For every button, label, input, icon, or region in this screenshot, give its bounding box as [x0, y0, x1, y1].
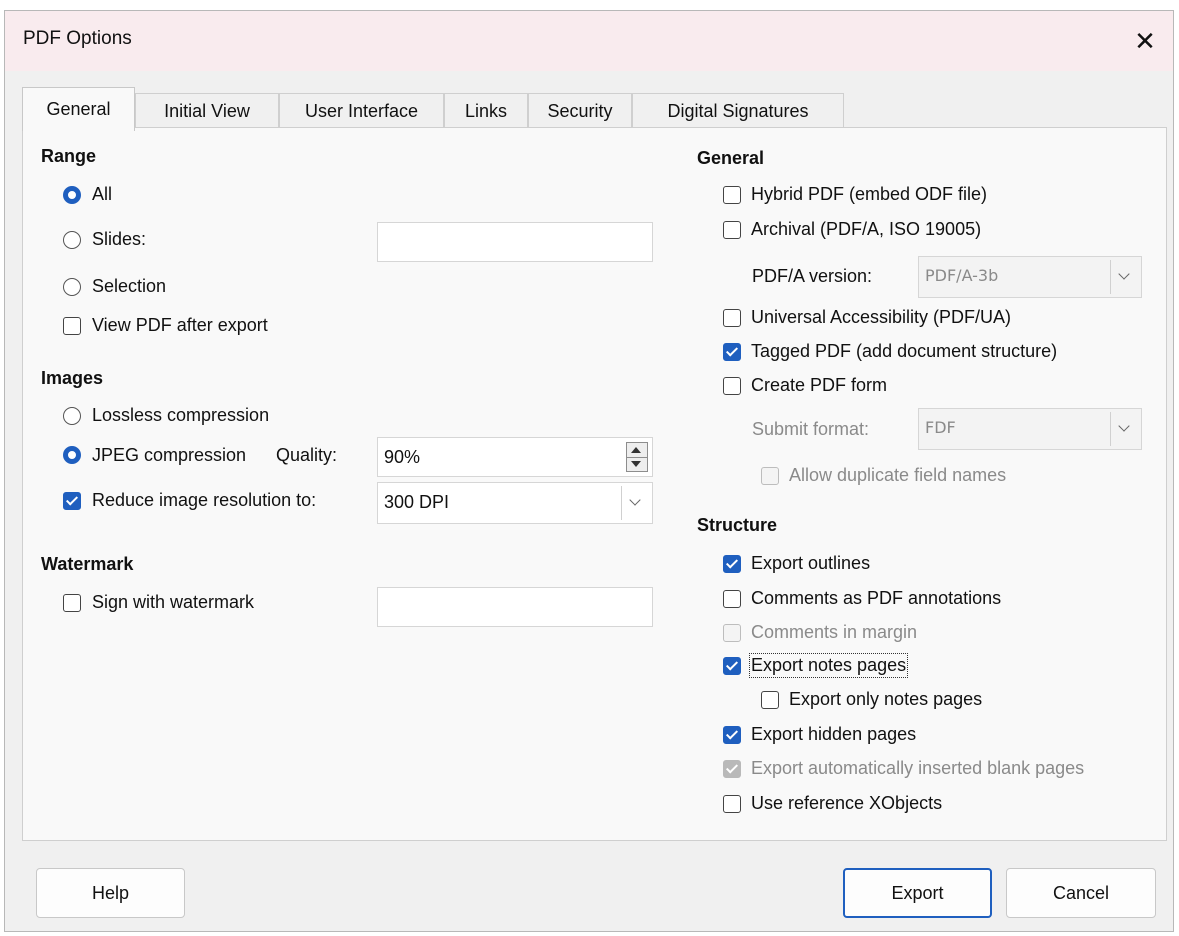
hybrid-pdf-label: Hybrid PDF (embed ODF file): [751, 184, 988, 204]
range-heading: Range: [41, 146, 97, 166]
ua-checkbox[interactable]: [723, 309, 741, 327]
quality-spin-buttons[interactable]: [626, 442, 648, 472]
pdfa-version-label: PDF/A version:: [752, 266, 873, 286]
spin-down-icon[interactable]: [631, 461, 641, 467]
archival-label: Archival (PDF/A, ISO 19005): [751, 219, 982, 239]
resolution-value: 300 DPI: [384, 492, 450, 512]
chevron-down-icon[interactable]: [1110, 412, 1139, 446]
range-all-label: All: [92, 184, 113, 204]
reduce-resolution-label: Reduce image resolution to:: [92, 490, 317, 510]
export-only-notes-label: Export only notes pages: [789, 689, 983, 709]
tagged-pdf-checkbox[interactable]: [723, 343, 741, 361]
images-heading: Images: [41, 368, 104, 388]
watermark-heading: Watermark: [41, 554, 134, 574]
tab-digital-signatures[interactable]: Digital Signatures: [632, 93, 844, 129]
submit-format-label: Submit format:: [752, 419, 870, 439]
chevron-down-icon[interactable]: [621, 486, 650, 520]
pdfa-version-value: PDF/A-3b: [925, 266, 999, 285]
tab-general[interactable]: General: [22, 87, 135, 131]
quality-value: 90%: [384, 447, 421, 467]
comments-pdf-checkbox[interactable]: [723, 590, 741, 608]
use-xobjects-label: Use reference XObjects: [751, 793, 943, 813]
watermark-input[interactable]: [377, 587, 653, 627]
general-tab-panel: Range All Slides: Selection View PDF aft…: [22, 127, 1167, 841]
comments-margin-label: Comments in margin: [751, 622, 918, 642]
range-selection-label: Selection: [92, 276, 167, 296]
title-bar: PDF Options ✕: [5, 11, 1173, 71]
tab-initial-view[interactable]: Initial View: [135, 93, 279, 129]
chevron-down-icon[interactable]: [1110, 260, 1139, 294]
lossless-label: Lossless compression: [92, 405, 270, 425]
archival-checkbox[interactable]: [723, 221, 741, 239]
range-selection-radio[interactable]: [63, 278, 81, 296]
view-pdf-after-export-checkbox[interactable]: [63, 317, 81, 335]
range-slides-label: Slides:: [92, 229, 147, 249]
tab-links[interactable]: Links: [444, 93, 528, 129]
ua-label: Universal Accessibility (PDF/UA): [751, 307, 1012, 327]
sign-watermark-label: Sign with watermark: [92, 592, 255, 612]
export-notes-checkbox[interactable]: [723, 657, 741, 675]
export-outlines-label: Export outlines: [751, 553, 871, 573]
export-hidden-checkbox[interactable]: [723, 726, 741, 744]
submit-format-select[interactable]: FDF: [918, 408, 1142, 450]
submit-format-value: FDF: [925, 418, 956, 437]
export-blank-pages-checkbox[interactable]: [723, 760, 741, 778]
view-pdf-after-export-label: View PDF after export: [92, 315, 268, 335]
allow-duplicate-label: Allow duplicate field names: [789, 465, 1007, 485]
jpeg-label: JPEG compression: [92, 445, 247, 465]
export-only-notes-checkbox[interactable]: [761, 691, 779, 709]
sign-watermark-checkbox[interactable]: [63, 594, 81, 612]
slides-input[interactable]: [377, 222, 653, 262]
quality-label: Quality:: [276, 445, 338, 465]
spin-up-icon[interactable]: [631, 447, 641, 453]
hybrid-pdf-checkbox[interactable]: [723, 186, 741, 204]
comments-margin-checkbox[interactable]: [723, 624, 741, 642]
tab-user-interface[interactable]: User Interface: [279, 93, 444, 129]
pdf-options-dialog: PDF Options ✕ General Initial View User …: [4, 10, 1174, 932]
help-button[interactable]: Help: [36, 868, 185, 918]
use-xobjects-checkbox[interactable]: [723, 795, 741, 813]
tagged-pdf-label: Tagged PDF (add document structure): [751, 341, 1058, 361]
structure-heading: Structure: [697, 515, 778, 535]
range-all-radio[interactable]: [63, 186, 81, 204]
close-icon[interactable]: ✕: [1125, 21, 1165, 61]
cancel-button[interactable]: Cancel: [1006, 868, 1156, 918]
tab-security[interactable]: Security: [528, 93, 632, 129]
dialog-title: PDF Options: [23, 28, 132, 49]
export-button[interactable]: Export: [843, 868, 992, 918]
pdfa-version-select[interactable]: PDF/A-3b: [918, 256, 1142, 298]
create-form-label: Create PDF form: [751, 375, 888, 395]
resolution-select[interactable]: 300 DPI: [377, 482, 653, 524]
export-outlines-checkbox[interactable]: [723, 555, 741, 573]
allow-duplicate-checkbox[interactable]: [761, 467, 779, 485]
jpeg-radio[interactable]: [63, 446, 81, 464]
create-form-checkbox[interactable]: [723, 377, 741, 395]
reduce-resolution-checkbox[interactable]: [63, 492, 81, 510]
comments-pdf-label: Comments as PDF annotations: [751, 588, 1002, 608]
lossless-radio[interactable]: [63, 407, 81, 425]
export-hidden-label: Export hidden pages: [751, 724, 917, 744]
export-notes-label: Export notes pages: [748, 653, 909, 678]
general-heading: General: [697, 148, 765, 168]
quality-spinbox[interactable]: 90%: [377, 437, 653, 477]
range-slides-radio[interactable]: [63, 231, 81, 249]
export-blank-pages-label: Export automatically inserted blank page…: [751, 758, 1085, 778]
